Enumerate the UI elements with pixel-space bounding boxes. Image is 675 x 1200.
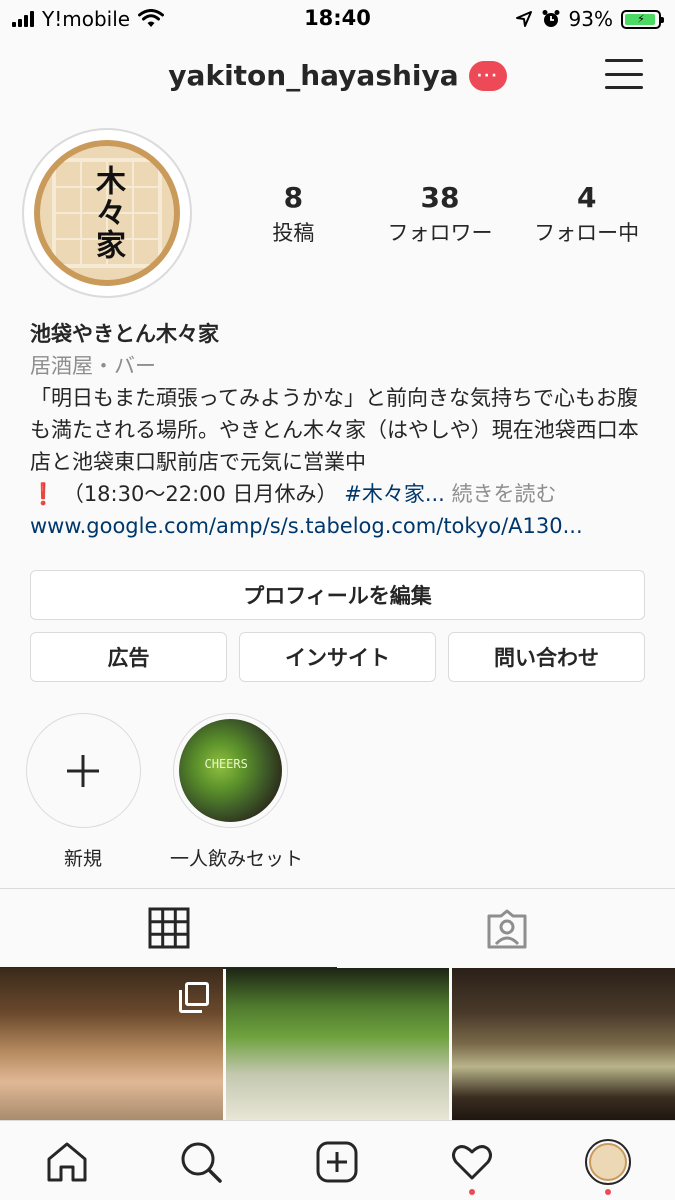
profile-name: 池袋やきとん木々家 [30,322,219,346]
posts-grid [0,968,675,1120]
bio-text: 「明日もまた頑張ってみようかな」と前向きな気持ちで心もお腹も満たされる場所。やき… [30,382,650,478]
highlight-label-solo-drink-set: 一人飲みセット [170,848,304,870]
home-icon [47,1142,87,1182]
battery-percent: 93% [568,7,613,31]
heart-icon [452,1145,492,1180]
nav-create[interactable] [314,1139,360,1185]
status-bar: Y!mobile 18:40 93% ⚡ [0,0,675,38]
profile-category: 居酒屋・バー [30,354,156,378]
profile-tabs [0,888,675,969]
post-thumbnail[interactable] [226,968,449,1120]
highlight-cover-image [178,719,282,822]
ads-button[interactable]: 広告 [30,632,227,682]
profile-bio: 池袋やきとん木々家 居酒屋・バー 「明日もまた頑張ってみようかな」と前向きな気持… [30,318,650,542]
highlight-circle[interactable] [172,713,288,828]
alarm-icon [542,10,560,27]
highlight-label-new: 新規 [63,848,102,870]
post-thumbnail[interactable] [452,968,675,1120]
avatar-logo: 木々家 [34,140,180,286]
location-arrow-icon [515,11,532,27]
carousel-icon [179,982,209,1013]
nav-search[interactable] [178,1139,224,1185]
stat-following-label: フォロー中 [534,221,640,245]
charging-bolt-icon: ⚡ [637,12,645,26]
search-icon [181,1142,222,1183]
nav-activity[interactable] [449,1139,495,1195]
username-title: yakiton_hayashiya [168,59,459,92]
website-link[interactable]: www.google.com/amp/s/s.tabelog.com/tokyo… [30,510,650,542]
profile-stats: 8 投稿 38 フォロワー 4 フォロー中 [220,183,660,247]
stat-followers-label: フォロワー [387,221,493,245]
bio-hashtag-link[interactable]: #木々家... [344,482,445,506]
account-switcher-badge[interactable]: ··· [468,60,507,91]
nav-profile[interactable] [585,1139,631,1195]
status-right: 93% ⚡ [515,7,664,31]
stat-followers-value: 38 [420,181,460,214]
highlight-new[interactable]: 新規 [23,713,143,871]
username-wrap[interactable]: yakiton_hayashiya ··· [168,59,507,92]
bio-hours: ❗️ （18:30〜22:00 日月休み） [30,482,338,506]
tab-grid[interactable] [0,889,337,969]
bottom-nav [0,1120,675,1200]
stat-followers[interactable]: 38 フォロワー [367,183,514,247]
tab-tagged[interactable] [338,889,675,969]
profile-avatar-small [585,1139,631,1185]
nav-home[interactable] [44,1139,90,1185]
hamburger-menu-icon[interactable] [605,59,643,89]
bio-hours-line: ❗️ （18:30〜22:00 日月休み） #木々家... 続きを読む [30,478,650,510]
stat-posts-label: 投稿 [272,221,315,245]
bio-main: 「明日もまた頑張ってみようかな」と前向きな気持ちで心もお腹も満たされる場所。やき… [30,386,639,474]
add-post-icon [316,1141,358,1183]
insights-button[interactable]: インサイト [239,632,436,682]
profile-avatar[interactable]: 木々家 [22,128,192,298]
stat-following-value: 4 [576,181,597,214]
grid-icon [148,907,189,949]
activity-notification-dot [469,1189,475,1195]
post-thumbnail[interactable] [0,968,223,1120]
new-highlight-circle[interactable] [25,713,141,828]
read-more-link[interactable]: 続きを読む [452,482,557,506]
profile-notification-dot [605,1189,611,1195]
stat-following[interactable]: 4 フォロー中 [513,183,660,247]
stat-posts[interactable]: 8 投稿 [220,183,367,247]
edit-profile-button[interactable]: プロフィールを編集 [30,570,645,620]
avatar-logo-text: 木々家 [90,165,125,261]
plus-icon [67,754,99,787]
stat-posts-value: 8 [283,181,304,214]
contact-button[interactable]: 問い合わせ [448,632,645,682]
battery-icon: ⚡ [621,9,664,29]
profile-header: yakiton_hayashiya ··· [0,45,675,107]
tagged-person-icon [487,909,526,949]
highlight-solo-drink-set[interactable]: 一人飲みセット [170,713,304,871]
username-area: yakiton_hayashiya ··· [0,59,675,92]
